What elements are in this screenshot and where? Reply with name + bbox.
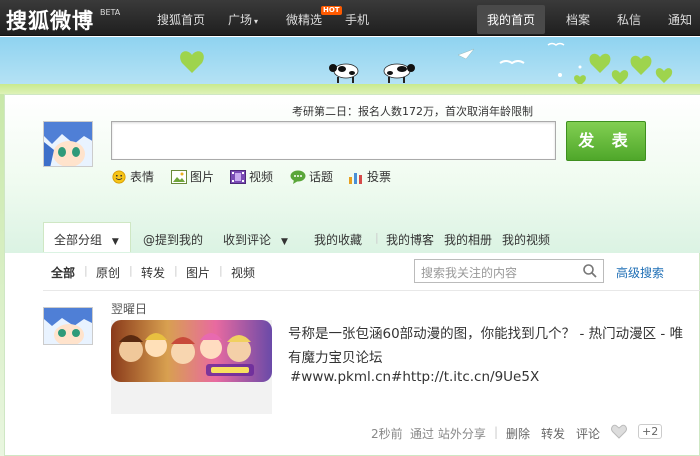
advanced-search-link[interactable]: 高级搜索	[616, 264, 664, 281]
filter-forward[interactable]: 转发	[141, 264, 165, 281]
hot-badge: HOT	[321, 6, 342, 15]
divider	[43, 290, 700, 291]
tool-emoji[interactable]: 表情	[111, 168, 154, 185]
tab-my-album[interactable]: 我的相册	[444, 231, 492, 248]
divider: |	[129, 264, 133, 277]
tab-favorites[interactable]: 我的收藏	[314, 231, 362, 248]
nav-mobile[interactable]: 手机	[345, 11, 369, 28]
tool-image-label: 图片	[190, 170, 215, 184]
feed-hash-link[interactable]: #www.pkml.cn#http://t.itc.cn/9Ue5X	[290, 369, 539, 385]
chevron-down-icon: ▾	[254, 17, 259, 26]
divider: |	[494, 425, 499, 439]
tab-my-blog[interactable]: 我的博客	[386, 231, 434, 248]
tab-my-videos[interactable]: 我的视频	[502, 231, 550, 248]
filter-images[interactable]: 图片	[186, 264, 210, 281]
feed-attachment[interactable]	[111, 320, 272, 414]
anime-collage-image	[111, 320, 272, 382]
beta-label: BETA	[100, 8, 121, 17]
search-input[interactable]: 搜索我关注的内容	[414, 259, 604, 283]
feed-author[interactable]: 翌曜日	[111, 300, 147, 317]
speech-bubble-icon	[290, 170, 306, 184]
smiley-icon	[112, 169, 126, 184]
divider: |	[219, 264, 223, 277]
nav-featured[interactable]: 微精选	[286, 11, 322, 28]
heart-icon[interactable]	[611, 424, 627, 439]
top-navigation-bar: 搜狐微博 BETA 搜狐首页 广场 ▾ 微精选 HOT 手机 我的首页 档案 私信…	[0, 0, 700, 36]
tool-poll[interactable]: 投票	[348, 168, 391, 185]
video-icon	[230, 169, 246, 184]
chevron-down-icon: ▼	[281, 237, 288, 247]
chevron-down-icon: ▼	[111, 237, 119, 247]
nav-plaza[interactable]: 广场 ▾	[228, 11, 258, 28]
bar-chart-icon	[349, 172, 362, 184]
forward-link[interactable]: 转发	[541, 425, 565, 442]
nav-plaza-label: 广场	[228, 13, 253, 27]
avatar[interactable]	[43, 121, 93, 167]
filter-videos[interactable]: 视频	[231, 264, 255, 281]
feed-thumbnail[interactable]	[111, 320, 272, 382]
divider: |	[375, 231, 379, 244]
divider: |	[174, 264, 178, 277]
plus-count-badge[interactable]: +2	[638, 424, 663, 439]
site-logo[interactable]: 搜狐微博	[6, 5, 94, 35]
tool-poll-label: 投票	[367, 170, 392, 184]
tab-comments[interactable]: 收到评论 ▼	[223, 231, 288, 248]
post-input[interactable]	[111, 121, 556, 160]
tool-video[interactable]: 视频	[230, 168, 273, 185]
image-icon	[171, 169, 187, 184]
filter-all[interactable]: 全部	[51, 264, 75, 281]
nav-messages[interactable]: 私信	[617, 11, 641, 28]
feed-avatar[interactable]	[43, 307, 93, 345]
search-icon[interactable]	[583, 264, 597, 278]
nav-notifications[interactable]: 通知	[668, 11, 692, 28]
publish-button[interactable]: 发 表	[566, 121, 646, 161]
avatar-image	[44, 122, 92, 166]
tool-topic-label: 话题	[309, 170, 334, 184]
announcement-text[interactable]: 考研第二日：报名人数172万，首次取消年龄限制	[292, 103, 533, 119]
feed-avatar-image	[44, 308, 92, 344]
tool-topic[interactable]: 话题	[290, 168, 333, 185]
tab-all-groups[interactable]: 全部分组 ▼	[43, 222, 131, 252]
tab-all-groups-label: 全部分组	[54, 233, 103, 247]
feed-time[interactable]: 2秒前	[371, 425, 403, 442]
search-placeholder: 搜索我关注的内容	[421, 266, 518, 280]
filter-original[interactable]: 原创	[96, 264, 120, 281]
tool-emoji-label: 表情	[130, 170, 155, 184]
comment-link[interactable]: 评论	[576, 425, 600, 442]
nav-sohu-home[interactable]: 搜狐首页	[157, 11, 205, 28]
divider: |	[84, 264, 88, 277]
nav-my-home[interactable]: 我的首页	[477, 5, 546, 34]
nav-profile[interactable]: 档案	[566, 11, 590, 28]
tab-mentions[interactable]: @提到我的	[143, 231, 203, 248]
tab-comments-label: 收到评论	[223, 233, 272, 247]
feed-source[interactable]: 通过 站外分享	[410, 425, 486, 442]
tool-image[interactable]: 图片	[171, 168, 214, 185]
tool-video-label: 视频	[249, 170, 274, 184]
delete-link[interactable]: 删除	[506, 425, 530, 442]
feed-text: 号称是一张包涵60部动漫的图，你能找到几个？ - 热门动漫区 - 唯有魔力宝贝论…	[288, 326, 684, 366]
